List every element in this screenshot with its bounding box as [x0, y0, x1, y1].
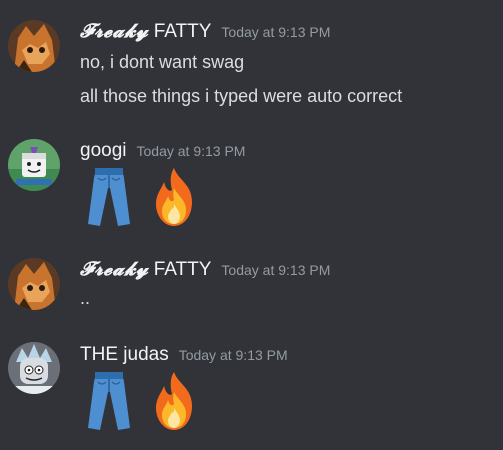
username[interactable]: googi — [80, 140, 127, 162]
username-rest: FATTY — [153, 21, 212, 42]
message-header: THE judas Today at 9:13 PM — [80, 344, 288, 366]
message-text: no, i dont want swag — [80, 52, 245, 72]
message-header: googi Today at 9:13 PM — [80, 140, 245, 162]
username-fancy: 𝓕𝓻𝓮𝓪𝓴𝔂 — [80, 258, 149, 280]
avatar[interactable] — [8, 342, 60, 394]
emoji-row — [80, 166, 204, 228]
avatar[interactable] — [8, 139, 60, 191]
message-text: all those things i typed were auto corre… — [80, 86, 403, 106]
username-fancy: 𝓕𝓻𝓮𝓪𝓴𝔂 — [80, 20, 149, 42]
avatar[interactable] — [8, 20, 60, 72]
emoji-row — [80, 370, 204, 432]
timestamp: Today at 9:13 PM — [178, 347, 288, 363]
message-header: 𝓕𝓻𝓮𝓪𝓴𝔂 FATTY Today at 9:13 PM — [80, 258, 330, 281]
timestamp: Today at 9:13 PM — [136, 143, 246, 159]
message-header: 𝓕𝓻𝓮𝓪𝓴𝔂 FATTY Today at 9:13 PM — [80, 20, 330, 43]
username[interactable]: THE judas — [80, 344, 169, 366]
timestamp: Today at 9:13 PM — [221, 262, 331, 278]
username-rest: FATTY — [153, 259, 212, 280]
username[interactable]: 𝓕𝓻𝓮𝓪𝓴𝔂 FATTY — [80, 20, 211, 43]
jeans-emoji — [80, 166, 138, 228]
avatar[interactable] — [8, 258, 60, 310]
username[interactable]: 𝓕𝓻𝓮𝓪𝓴𝔂 FATTY — [80, 258, 211, 281]
jeans-emoji — [80, 370, 138, 432]
timestamp: Today at 9:13 PM — [221, 24, 331, 40]
fire-emoji — [144, 166, 204, 228]
fire-emoji — [144, 370, 204, 432]
message-text: .. — [80, 288, 91, 308]
